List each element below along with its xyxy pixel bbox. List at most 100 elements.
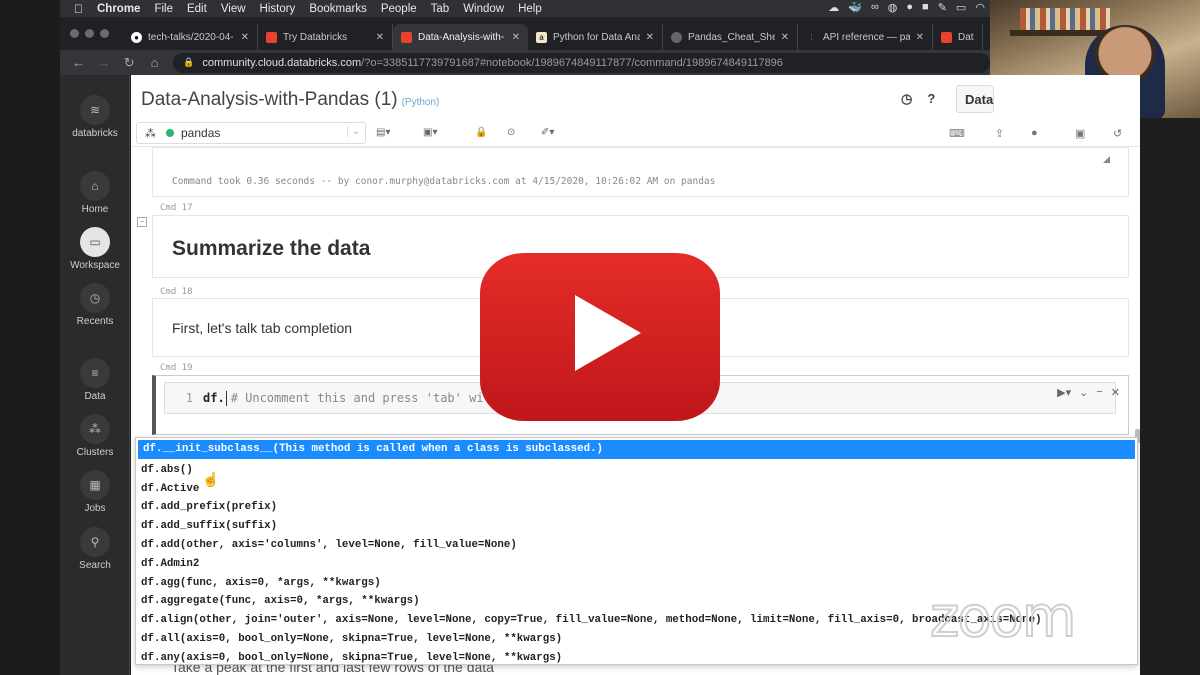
window-controls[interactable] [70, 29, 109, 38]
browser-tab[interactable]: a Python for Data Ana ✕ [528, 24, 663, 50]
share-icon[interactable]: ⇪ [995, 127, 1004, 140]
close-tab-icon[interactable]: ✕ [646, 32, 654, 43]
cluster-name: pandas [181, 126, 221, 140]
cmd-label: Cmd 18 [160, 287, 193, 297]
menu-edit[interactable]: Edit [187, 3, 207, 15]
keyboard-icon[interactable]: ⌨ [949, 127, 965, 140]
address-bar[interactable]: 🔒 community.cloud.databricks.com/?o=3385… [173, 52, 991, 73]
status-tray: ☁ 🐳 ∞ ◍ ● ■ ✎ ▭ ◠ ▮ [828, 1, 1000, 14]
sidebar-item-clusters[interactable]: ⁂ Clusters [60, 414, 130, 458]
app-icon[interactable]: ● [906, 1, 913, 14]
cell-text: First, let's talk tab completion [172, 320, 353, 336]
close-tab-icon[interactable]: ✕ [916, 32, 924, 43]
close-tab-icon[interactable]: ✕ [241, 32, 249, 43]
autocomplete-item[interactable]: df.add_prefix(prefix) [136, 498, 1137, 517]
autocomplete-item[interactable]: df.Active [136, 480, 1137, 499]
docker-icon[interactable]: 🐳 [848, 1, 862, 14]
sidebar-item-workspace[interactable]: ▭ Workspace [60, 227, 130, 271]
browser-tab[interactable]: Pandas_Cheat_Shee ✕ [663, 24, 798, 50]
autocomplete-item[interactable]: df.abs() [136, 461, 1137, 480]
autocomplete-item[interactable]: df.any(axis=0, bool_only=None, skipna=Tr… [136, 649, 1137, 664]
menu-people[interactable]: People [381, 3, 417, 15]
browser-tab-active[interactable]: Data-Analysis-with- ✕ [393, 24, 528, 50]
previous-cell-output[interactable]: Command took 0.36 seconds -- by conor.mu… [152, 147, 1129, 197]
sidebar-item-databricks[interactable]: ≋ databricks [60, 95, 130, 139]
cloud-icon[interactable]: ☁ [828, 1, 839, 14]
search-icon: ⚲ [80, 527, 110, 557]
notebook-toolbar: ⁂ pandas ⌄ ▤▾ ▣▾ 🔒 ⊙ ✐▾ ⌨ ⇪ ● ▣ ↺ [131, 121, 1140, 147]
notebook-title[interactable]: Data-Analysis-with-Pandas (1) (Python) [141, 89, 439, 111]
evernote-icon[interactable]: ✎ [938, 1, 947, 14]
hand-pointer-icon: ☝ [202, 471, 220, 487]
globe-icon[interactable]: ◍ [888, 1, 898, 14]
forward-icon[interactable]: → [97, 55, 110, 70]
menu-tab[interactable]: Tab [431, 3, 450, 15]
menu-history[interactable]: History [260, 3, 296, 15]
data-button[interactable]: Data [956, 85, 994, 113]
databricks-icon [401, 31, 412, 43]
wifi-icon[interactable]: ◠ [975, 1, 985, 14]
browser-tab[interactable]: ⁞ API reference — pan ✕ [798, 24, 933, 50]
browser-tab[interactable]: Data- [933, 24, 983, 50]
airplay-icon[interactable]: ▭ [956, 1, 966, 14]
clear-menu-icon[interactable]: ✐▾ [541, 127, 554, 138]
run-all-icon[interactable]: ⊙ [507, 127, 515, 138]
menu-bookmarks[interactable]: Bookmarks [309, 3, 367, 15]
sidebar-item-jobs[interactable]: ▦ Jobs [60, 470, 130, 514]
run-cell-icon[interactable]: ▶▾ [1057, 386, 1071, 399]
video-letterbox-right [1140, 118, 1200, 675]
menu-help[interactable]: Help [518, 3, 542, 15]
collapse-icon[interactable]: − [137, 217, 147, 227]
menu-view[interactable]: View [221, 3, 246, 15]
autocomplete-item[interactable]: df.Admin2 [136, 555, 1137, 574]
close-window-dot[interactable] [70, 29, 79, 38]
maximize-window-dot[interactable] [100, 29, 109, 38]
comments-icon[interactable]: ● [1031, 127, 1038, 139]
resize-handle-icon[interactable] [1103, 156, 1110, 163]
sidebar-item-data[interactable]: ≡ Data [60, 358, 130, 402]
databricks-icon [266, 31, 277, 43]
cluster-icon: ⁂ [80, 414, 110, 444]
revisions-icon[interactable]: ▣ [1075, 127, 1085, 140]
reload-icon[interactable]: ↻ [123, 55, 136, 71]
home-icon[interactable]: ⌂ [148, 55, 161, 70]
browser-tab[interactable]: ● tech-talks/2020-04- ✕ [123, 24, 258, 50]
sidebar-item-recents[interactable]: ◷ Recents [60, 283, 130, 327]
home-icon: ⌂ [80, 171, 110, 201]
back-icon[interactable]: ← [72, 55, 85, 70]
view-menu-icon[interactable]: ▣▾ [423, 127, 437, 138]
file-menu-icon[interactable]: ▤▾ [376, 127, 390, 138]
history-icon[interactable]: ◷ [901, 91, 912, 107]
video-letterbox-left [0, 0, 60, 675]
cell-controls: ▶▾ ⌄ − ✕ [1057, 386, 1120, 399]
chevron-down-icon[interactable]: ⌄ [346, 126, 360, 137]
autocomplete-item[interactable]: df.add_suffix(suffix) [136, 517, 1137, 536]
databricks-icon [941, 31, 952, 43]
autocomplete-item-selected[interactable]: df.__init_subclass__(This method is call… [138, 440, 1135, 459]
apple-icon[interactable]:  [74, 2, 83, 16]
autocomplete-item[interactable]: df.add(other, axis='columns', level=None… [136, 536, 1137, 555]
minimize-icon[interactable]: − [1096, 386, 1102, 399]
app-icon-2[interactable]: ■ [922, 1, 929, 14]
header-icons: ◷ ? [901, 91, 935, 107]
glasses-icon[interactable]: ∞ [871, 1, 879, 14]
line-number: 1 [185, 391, 193, 405]
menu-file[interactable]: File [154, 3, 173, 15]
chevron-down-icon[interactable]: ⌄ [1079, 386, 1088, 399]
browser-tab[interactable]: Try Databricks ✕ [258, 24, 393, 50]
menu-window[interactable]: Window [463, 3, 504, 15]
youtube-play-button[interactable] [480, 253, 720, 421]
help-icon[interactable]: ? [927, 91, 935, 107]
sidebar-item-home[interactable]: ⌂ Home [60, 171, 130, 215]
close-icon[interactable]: ✕ [1111, 386, 1120, 399]
close-tab-icon[interactable]: ✕ [376, 32, 384, 43]
cluster-selector[interactable]: ⁂ pandas ⌄ [136, 122, 366, 144]
menu-chrome[interactable]: Chrome [97, 3, 140, 15]
minimize-window-dot[interactable] [85, 29, 94, 38]
close-tab-icon[interactable]: ✕ [781, 32, 789, 43]
sidebar-item-search[interactable]: ⚲ Search [60, 527, 130, 571]
close-tab-icon[interactable]: ✕ [512, 32, 520, 43]
lock-icon[interactable]: 🔒 [475, 127, 487, 138]
cmd-label: Cmd 17 [160, 203, 193, 213]
undo-icon[interactable]: ↺ [1113, 127, 1122, 140]
